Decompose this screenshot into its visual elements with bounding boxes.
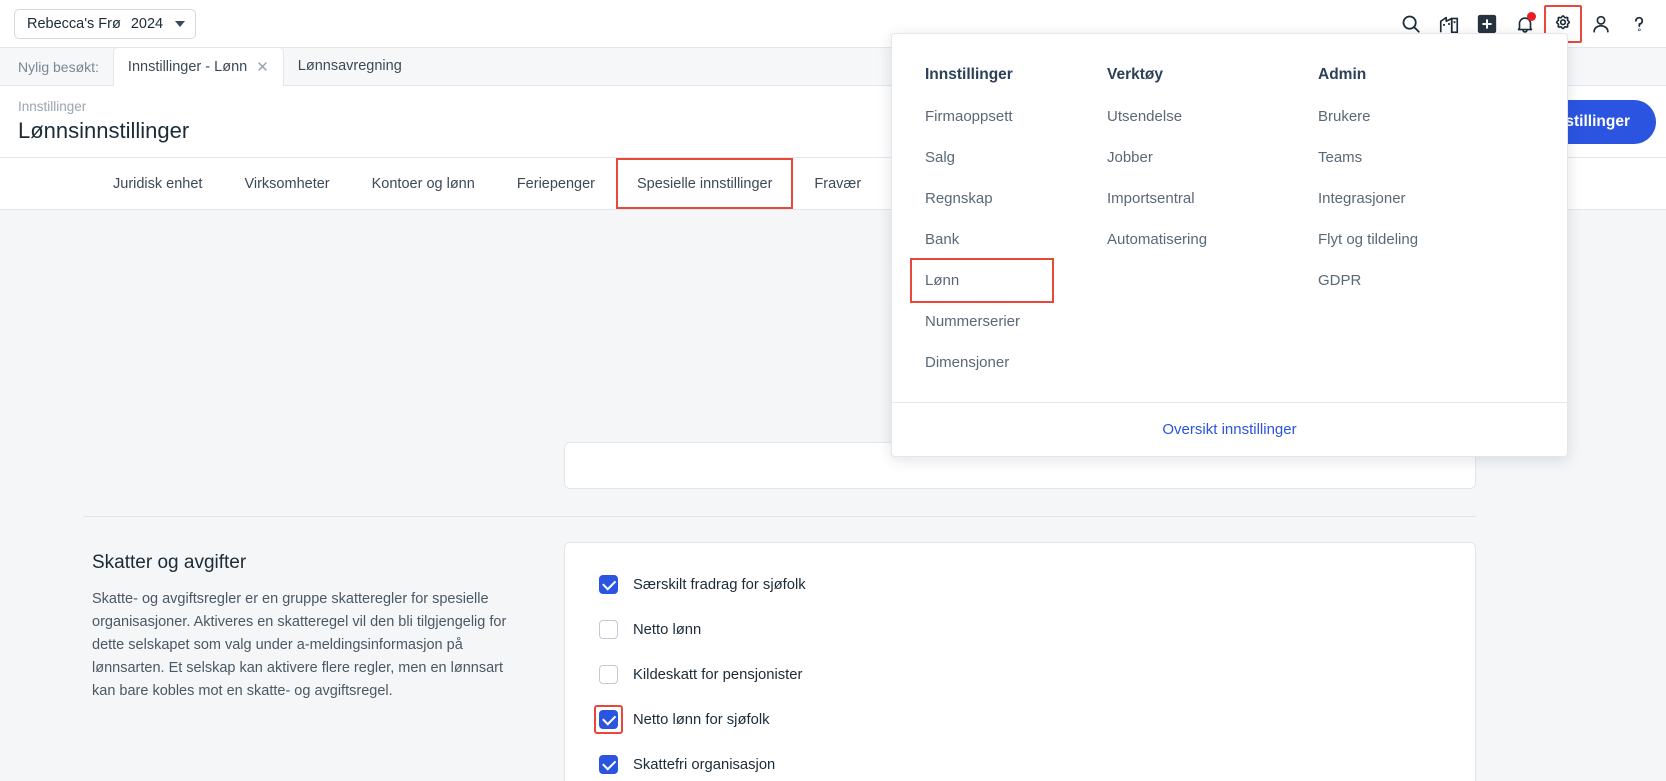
recent-tab-label: Lønnsavregning: [298, 58, 402, 74]
checkbox-skattefri-organisasjon[interactable]: [599, 755, 618, 774]
menu-item-bank[interactable]: Bank: [921, 219, 1103, 260]
checkbox-wrap[interactable]: [595, 571, 622, 598]
tab-juridisk-enhet[interactable]: Juridisk enhet: [92, 158, 223, 209]
menu-item-flyt-og-tildeling[interactable]: Flyt og tildeling: [1314, 219, 1525, 260]
tab-feriepenger[interactable]: Feriepenger: [496, 158, 616, 209]
checkbox-label: Kildeskatt for pensjonister: [633, 667, 802, 683]
recent-tab-innstillinger-lonn[interactable]: Innstillinger - Lønn ✕: [113, 47, 284, 86]
page-header-text: Innstillinger Lønnsinnstillinger: [18, 98, 189, 144]
settings-menu-columns: Innstillinger Firmaoppsett Salg Regnskap…: [892, 34, 1567, 404]
menu-item-lonn[interactable]: Lønn: [912, 260, 1052, 301]
checkbox-saerskilt-fradrag-for-sjofolk[interactable]: [599, 575, 618, 594]
section-divider: [83, 516, 1476, 517]
checkbox-row-saerskilt-fradrag[interactable]: Særskilt fradrag for sjøfolk: [565, 562, 1475, 607]
tab-fravaer[interactable]: Fravær: [793, 158, 882, 209]
menu-item-teams[interactable]: Teams: [1314, 137, 1525, 178]
tab-kontoer-og-lonn[interactable]: Kontoer og lønn: [351, 158, 496, 209]
settings-dropdown-menu: Innstillinger Firmaoppsett Salg Regnskap…: [891, 33, 1568, 457]
menu-item-jobber[interactable]: Jobber: [1103, 137, 1314, 178]
menu-item-regnskap[interactable]: Regnskap: [921, 178, 1103, 219]
fiscal-year: 2024: [131, 16, 163, 32]
taxes-section-description-block: Skatter og avgifter Skatte- og avgiftsre…: [92, 552, 512, 703]
help-icon[interactable]: [1620, 5, 1658, 43]
section-title: Skatter og avgifter: [92, 552, 512, 574]
checkbox-row-kildeskatt[interactable]: Kildeskatt for pensjonister: [565, 652, 1475, 697]
checkbox-row-netto-lonn-sjofolk[interactable]: Netto lønn for sjøfolk: [565, 697, 1475, 742]
menu-item-automatisering[interactable]: Automatisering: [1103, 219, 1314, 260]
menu-column-heading: Verktøy: [1103, 66, 1314, 84]
recent-tab-label: Innstillinger - Lønn: [128, 59, 247, 75]
menu-column-heading: Admin: [1314, 66, 1525, 84]
settings-menu-footer: Oversikt innstillinger: [892, 402, 1567, 456]
settings-menu-column-innstillinger: Innstillinger Firmaoppsett Salg Regnskap…: [892, 66, 1103, 404]
checkbox-label: Særskilt fradrag for sjøfolk: [633, 577, 806, 593]
checkbox-netto-lonn[interactable]: [599, 620, 618, 639]
checkbox-wrap[interactable]: [595, 751, 622, 778]
settings-menu-column-verktoy: Verktøy Utsendelse Jobber Importsentral …: [1103, 66, 1314, 404]
menu-item-nummerserier[interactable]: Nummerserier: [921, 301, 1103, 342]
menu-item-salg[interactable]: Salg: [921, 137, 1103, 178]
menu-item-integrasjoner[interactable]: Integrasjoner: [1314, 178, 1525, 219]
checkbox-label: Netto lønn for sjøfolk: [633, 712, 770, 728]
checkbox-label: Netto lønn: [633, 622, 701, 638]
menu-item-importsentral[interactable]: Importsentral: [1103, 178, 1314, 219]
app-root: Rebecca's Frø 2024: [0, 0, 1666, 781]
menu-item-gdpr[interactable]: GDPR: [1314, 260, 1525, 301]
menu-item-utsendelse[interactable]: Utsendelse: [1103, 96, 1314, 137]
checkbox-row-skattefri-organisasjon[interactable]: Skattefri organisasjon: [565, 742, 1475, 781]
section-description: Skatte- og avgiftsregler er en gruppe sk…: [92, 588, 512, 703]
checkbox-row-netto-lonn[interactable]: Netto lønn: [565, 607, 1475, 652]
checkbox-wrap[interactable]: [595, 616, 622, 643]
menu-column-heading: Innstillinger: [921, 66, 1103, 84]
recent-tab-lonnsavregning[interactable]: Lønnsavregning: [284, 47, 416, 85]
taxes-options-card: Særskilt fradrag for sjøfolk Netto lønn …: [564, 542, 1476, 781]
checkbox-wrap[interactable]: [595, 706, 622, 733]
tab-spesielle-innstillinger[interactable]: Spesielle innstillinger: [616, 158, 793, 209]
menu-item-dimensjoner[interactable]: Dimensjoner: [921, 342, 1103, 383]
page-title: Lønnsinnstillinger: [18, 117, 189, 145]
company-name: Rebecca's Frø: [27, 16, 121, 32]
checkbox-wrap[interactable]: [595, 661, 622, 688]
checkbox-netto-lonn-for-sjofolk[interactable]: [599, 710, 618, 729]
company-year-selector[interactable]: Rebecca's Frø 2024: [14, 9, 196, 39]
user-icon[interactable]: [1582, 5, 1620, 43]
breadcrumb: Innstillinger: [18, 98, 189, 116]
menu-item-brukere[interactable]: Brukere: [1314, 96, 1525, 137]
notification-badge: [1527, 12, 1536, 21]
checkbox-label: Skattefri organisasjon: [633, 757, 775, 773]
recent-label: Nylig besøkt:: [0, 59, 113, 85]
chevron-down-icon: [175, 21, 185, 27]
settings-overview-link[interactable]: Oversikt innstillinger: [1162, 421, 1296, 438]
menu-item-firmaoppsett[interactable]: Firmaoppsett: [921, 96, 1103, 137]
settings-menu-column-admin: Admin Brukere Teams Integrasjoner Flyt o…: [1314, 66, 1525, 404]
checkbox-kildeskatt-for-pensjonister[interactable]: [599, 665, 618, 684]
tab-virksomheter[interactable]: Virksomheter: [223, 158, 350, 209]
close-icon[interactable]: ✕: [256, 60, 269, 75]
